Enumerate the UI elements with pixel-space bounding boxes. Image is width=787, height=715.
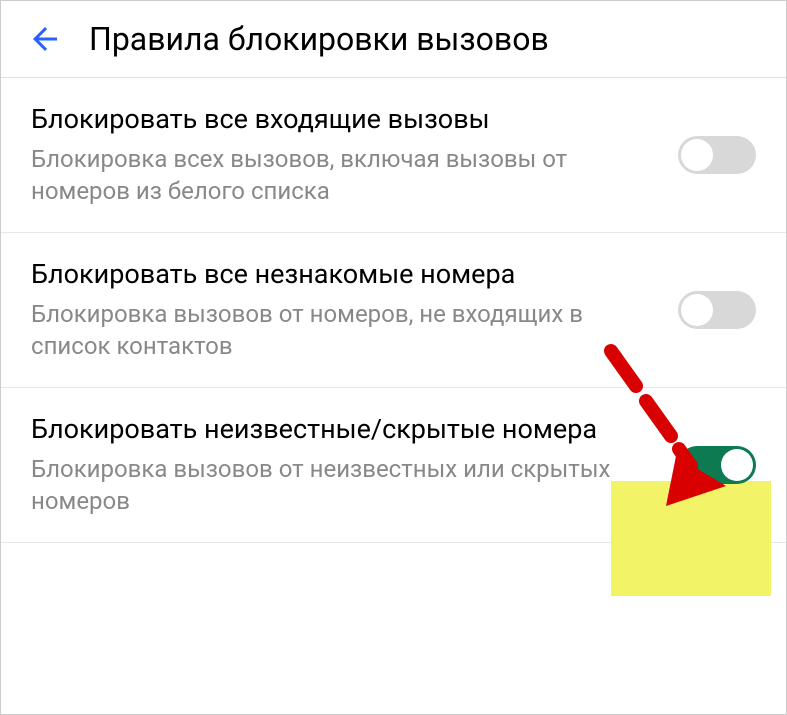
- toggle-knob: [721, 449, 753, 481]
- setting-text: Блокировать неизвестные/скрытые номера Б…: [31, 412, 678, 518]
- settings-list: Блокировать все входящие вызовы Блокиров…: [1, 78, 786, 543]
- toggle-knob: [681, 139, 713, 171]
- header: Правила блокировки вызовов: [1, 1, 786, 78]
- toggle-block-hidden-numbers[interactable]: [678, 446, 756, 484]
- setting-text: Блокировать все незнакомые номера Блокир…: [31, 257, 678, 363]
- page-title: Правила блокировки вызовов: [89, 20, 549, 58]
- back-button[interactable]: [25, 19, 65, 59]
- toggle-block-all-incoming[interactable]: [678, 136, 756, 174]
- back-arrow-icon: [27, 21, 63, 57]
- toggle-block-unknown-numbers[interactable]: [678, 291, 756, 329]
- setting-block-all-incoming[interactable]: Блокировать все входящие вызовы Блокиров…: [1, 78, 786, 233]
- setting-description: Блокировка вызовов от неизвестных или ск…: [31, 453, 658, 518]
- setting-title: Блокировать неизвестные/скрытые номера: [31, 412, 658, 447]
- setting-text: Блокировать все входящие вызовы Блокиров…: [31, 102, 678, 208]
- setting-title: Блокировать все незнакомые номера: [31, 257, 658, 292]
- setting-description: Блокировка всех вызовов, включая вызовы …: [31, 143, 658, 208]
- highlight-annotation: [611, 481, 771, 596]
- setting-block-unknown-numbers[interactable]: Блокировать все незнакомые номера Блокир…: [1, 233, 786, 388]
- toggle-knob: [681, 294, 713, 326]
- setting-description: Блокировка вызовов от номеров, не входящ…: [31, 298, 658, 363]
- setting-title: Блокировать все входящие вызовы: [31, 102, 658, 137]
